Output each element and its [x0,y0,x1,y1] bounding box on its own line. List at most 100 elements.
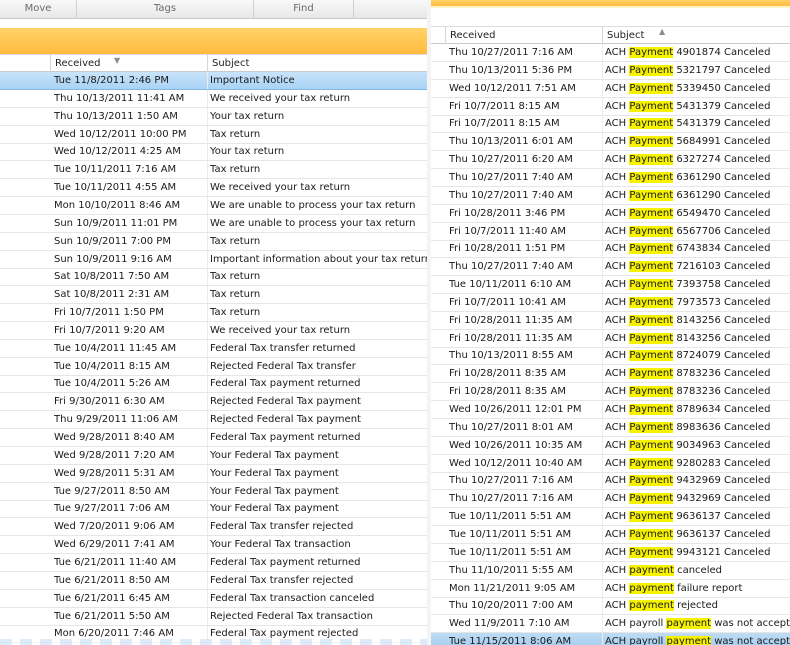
message-row[interactable]: Thu 10/27/2011 7:16 AM ACH Payment 490187… [431,44,790,62]
subject-suffix: 8143256 Canceled [673,314,771,326]
message-row[interactable]: Tue 10/11/2011 4:55 AM We received your t… [0,179,427,198]
message-row[interactable]: Mon 10/10/2011 8:46 AM We are unable to p… [0,196,427,215]
message-received-date: Wed 9/28/2011 8:40 AM [54,432,175,443]
message-row[interactable]: Wed 9/28/2011 7:20 AM Your Federal Tax pa… [0,446,427,465]
message-row[interactable]: Tue 11/8/2011 2:46 PM Important Notice [0,72,427,90]
message-row[interactable]: Thu 10/13/2011 5:36 PM ACH Payment 532179… [431,61,790,80]
column-header-received[interactable]: Received [445,27,602,44]
message-row[interactable]: Wed 10/26/2011 12:01 PM ACH Payment 87896… [431,401,790,419]
search-term-highlight: Payment [629,154,674,166]
ribbon-group-find[interactable]: Find [254,0,354,18]
subject-prefix: ACH [605,136,630,148]
message-row[interactable]: Thu 10/27/2011 7:16 AM ACH Payment 943296… [431,490,790,509]
message-row[interactable]: Tue 6/21/2011 11:40 AM Federal Tax paymen… [0,553,427,572]
message-row[interactable]: Thu 9/29/2011 11:06 AM Rejected Federal T… [0,411,427,430]
message-row[interactable]: Fri 10/28/2011 8:35 AM ACH Payment 878323… [431,383,790,402]
message-row[interactable]: Thu 10/13/2011 11:41 AM We received your … [0,89,427,108]
search-term-highlight: Payment [629,243,674,255]
message-row[interactable]: Fri 10/7/2011 8:15 AM ACH Payment 5431379… [431,115,790,134]
message-row[interactable]: Wed 9/28/2011 5:31 AM Your Federal Tax pa… [0,464,427,483]
message-row[interactable]: Tue 10/11/2011 6:10 AM ACH Payment 739375… [431,276,790,295]
column-header-subject[interactable]: Subject [602,27,790,44]
message-row[interactable]: Thu 10/13/2011 6:01 AM ACH Payment 568499… [431,133,790,152]
message-row[interactable]: Mon 11/21/2011 9:05 AM ACH payment failur… [431,579,790,598]
subject-prefix: ACH [605,82,630,94]
message-row[interactable]: Thu 10/27/2011 7:40 AM ACH Payment 636129… [431,186,790,205]
message-row[interactable]: Sat 10/8/2011 2:31 AM Tax return [0,286,427,305]
ribbon-group-move[interactable]: Move [0,0,77,18]
column-header-received[interactable]: Received [50,55,207,72]
message-row[interactable]: Sat 10/8/2011 7:50 AM Tax return [0,268,427,287]
message-row[interactable]: Fri 10/7/2011 8:15 AM ACH Payment 5431379… [431,97,790,116]
search-term-highlight: Payment [629,475,674,487]
message-row[interactable]: Fri 10/7/2011 9:20 AM We received your ta… [0,321,427,340]
message-received-date: Thu 10/27/2011 7:16 AM [449,475,573,487]
message-row[interactable]: Thu 10/27/2011 8:01 AM ACH Payment 898363… [431,418,790,437]
message-row[interactable]: Thu 10/27/2011 7:16 AM ACH Payment 943296… [431,472,790,491]
message-row[interactable]: Fri 9/30/2011 6:30 AM Rejected Federal Ta… [0,393,427,412]
subject-suffix: 7973573 Canceled [673,296,771,308]
message-row[interactable]: Tue 9/27/2011 8:50 AM Your Federal Tax pa… [0,482,427,501]
message-row[interactable]: Thu 11/10/2011 5:55 AM ACH payment cancel… [431,561,790,580]
message-row[interactable]: Tue 6/21/2011 6:45 AM Federal Tax transac… [0,589,427,608]
message-row[interactable]: Tue 6/21/2011 8:50 AM Federal Tax transfe… [0,571,427,590]
message-row[interactable]: Tue 10/4/2011 11:45 AM Federal Tax transf… [0,339,427,358]
message-row[interactable]: Wed 6/29/2011 7:41 AM Your Federal Tax tr… [0,536,427,555]
message-row[interactable]: Fri 10/28/2011 3:46 PM ACH Payment 654947… [431,204,790,223]
column-divider [602,79,603,97]
message-row[interactable]: Fri 10/28/2011 8:35 AM ACH Payment 878323… [431,365,790,384]
message-row[interactable]: Tue 6/21/2011 5:50 AM Rejected Federal Ta… [0,607,427,626]
message-row[interactable]: Thu 10/13/2011 1:50 AM Your tax return [0,107,427,126]
message-row[interactable]: Wed 10/26/2011 10:35 AM ACH Payment 90349… [431,436,790,455]
message-received-date: Fri 10/7/2011 8:15 AM [449,100,560,112]
message-row[interactable]: Tue 10/4/2011 5:26 AM Federal Tax payment… [0,375,427,394]
subject-prefix: ACH [605,386,630,398]
message-subject: Federal Tax payment returned [210,556,361,568]
message-row[interactable]: Fri 10/7/2011 1:50 PM Tax return [0,304,427,323]
subject-suffix: 6361290 Canceled [673,189,771,201]
message-row[interactable]: Tue 10/11/2011 7:16 AM Tax return [0,161,427,180]
message-row[interactable]: Thu 10/27/2011 7:40 AM ACH Payment 721610… [431,258,790,277]
message-row[interactable]: Tue 9/27/2011 7:06 AM Your Federal Tax pa… [0,500,427,519]
message-row[interactable]: Wed 10/12/2011 7:51 AM ACH Payment 533945… [431,79,790,98]
message-row[interactable]: Wed 11/9/2011 7:10 AM ACH payroll payment… [431,615,790,634]
message-row[interactable]: Tue 10/11/2011 5:51 AM ACH Payment 963613… [431,508,790,527]
subject-prefix: ACH [605,314,630,326]
message-row[interactable]: Thu 10/13/2011 8:55 AM ACH Payment 872407… [431,347,790,366]
subject-suffix: rejected [673,600,718,612]
message-row[interactable]: Tue 10/11/2011 5:51 AM ACH Payment 963613… [431,525,790,544]
message-row[interactable]: Fri 10/28/2011 11:35 AM ACH Payment 81432… [431,311,790,330]
message-row[interactable]: Sun 10/9/2011 9:16 AM Important informati… [0,250,427,269]
ribbon-group-tags[interactable]: Tags [77,0,254,18]
message-row[interactable]: Wed 10/12/2011 10:40 AM ACH Payment 92802… [431,454,790,473]
message-row[interactable]: Thu 10/27/2011 7:40 AM ACH Payment 636129… [431,168,790,187]
message-row[interactable]: Sun 10/9/2011 11:01 PM We are unable to p… [0,214,427,233]
message-subject: ACH payment rejected [605,597,790,614]
message-row[interactable]: Tue 11/15/2011 8:06 AM ACH payroll paymen… [431,633,790,645]
message-subject: Your Federal Tax payment [210,503,339,515]
column-divider [207,107,208,125]
message-row[interactable]: Wed 10/12/2011 10:00 PM Tax return [0,125,427,144]
search-term-highlight: Payment [629,225,674,237]
message-row[interactable]: Wed 10/12/2011 4:25 AM Your tax return [0,143,427,162]
message-row[interactable]: Fri 10/28/2011 1:51 PM ACH Payment 674383… [431,240,790,259]
search-term-highlight: Payment [629,100,674,112]
message-row[interactable]: Tue 10/4/2011 8:15 AM Rejected Federal Ta… [0,357,427,376]
message-row[interactable]: Fri 10/7/2011 10:41 AM ACH Payment 797357… [431,293,790,312]
message-row[interactable]: Fri 10/28/2011 11:35 AM ACH Payment 81432… [431,329,790,348]
message-row[interactable]: Thu 10/27/2011 6:20 AM ACH Payment 632727… [431,151,790,170]
column-divider [207,429,208,446]
message-row[interactable]: Sun 10/9/2011 7:00 PM Tax return [0,232,427,251]
column-divider [602,508,603,526]
message-row[interactable]: Thu 10/20/2011 7:00 AM ACH payment reject… [431,597,790,616]
column-divider [602,347,603,365]
message-row[interactable]: Wed 9/28/2011 8:40 AM Federal Tax payment… [0,429,427,447]
message-subject: We are unable to process your tax return [210,217,416,229]
column-divider [207,500,208,518]
message-row[interactable]: Tue 10/11/2011 5:51 AM ACH Payment 994312… [431,543,790,562]
message-row[interactable]: Fri 10/7/2011 11:40 AM ACH Payment 656770… [431,222,790,241]
column-header-subject[interactable]: Subject [207,55,427,72]
message-row[interactable]: Wed 7/20/2011 9:06 AM Federal Tax transfe… [0,518,427,537]
column-divider [602,615,603,633]
search-term-highlight: Payment [629,189,674,201]
